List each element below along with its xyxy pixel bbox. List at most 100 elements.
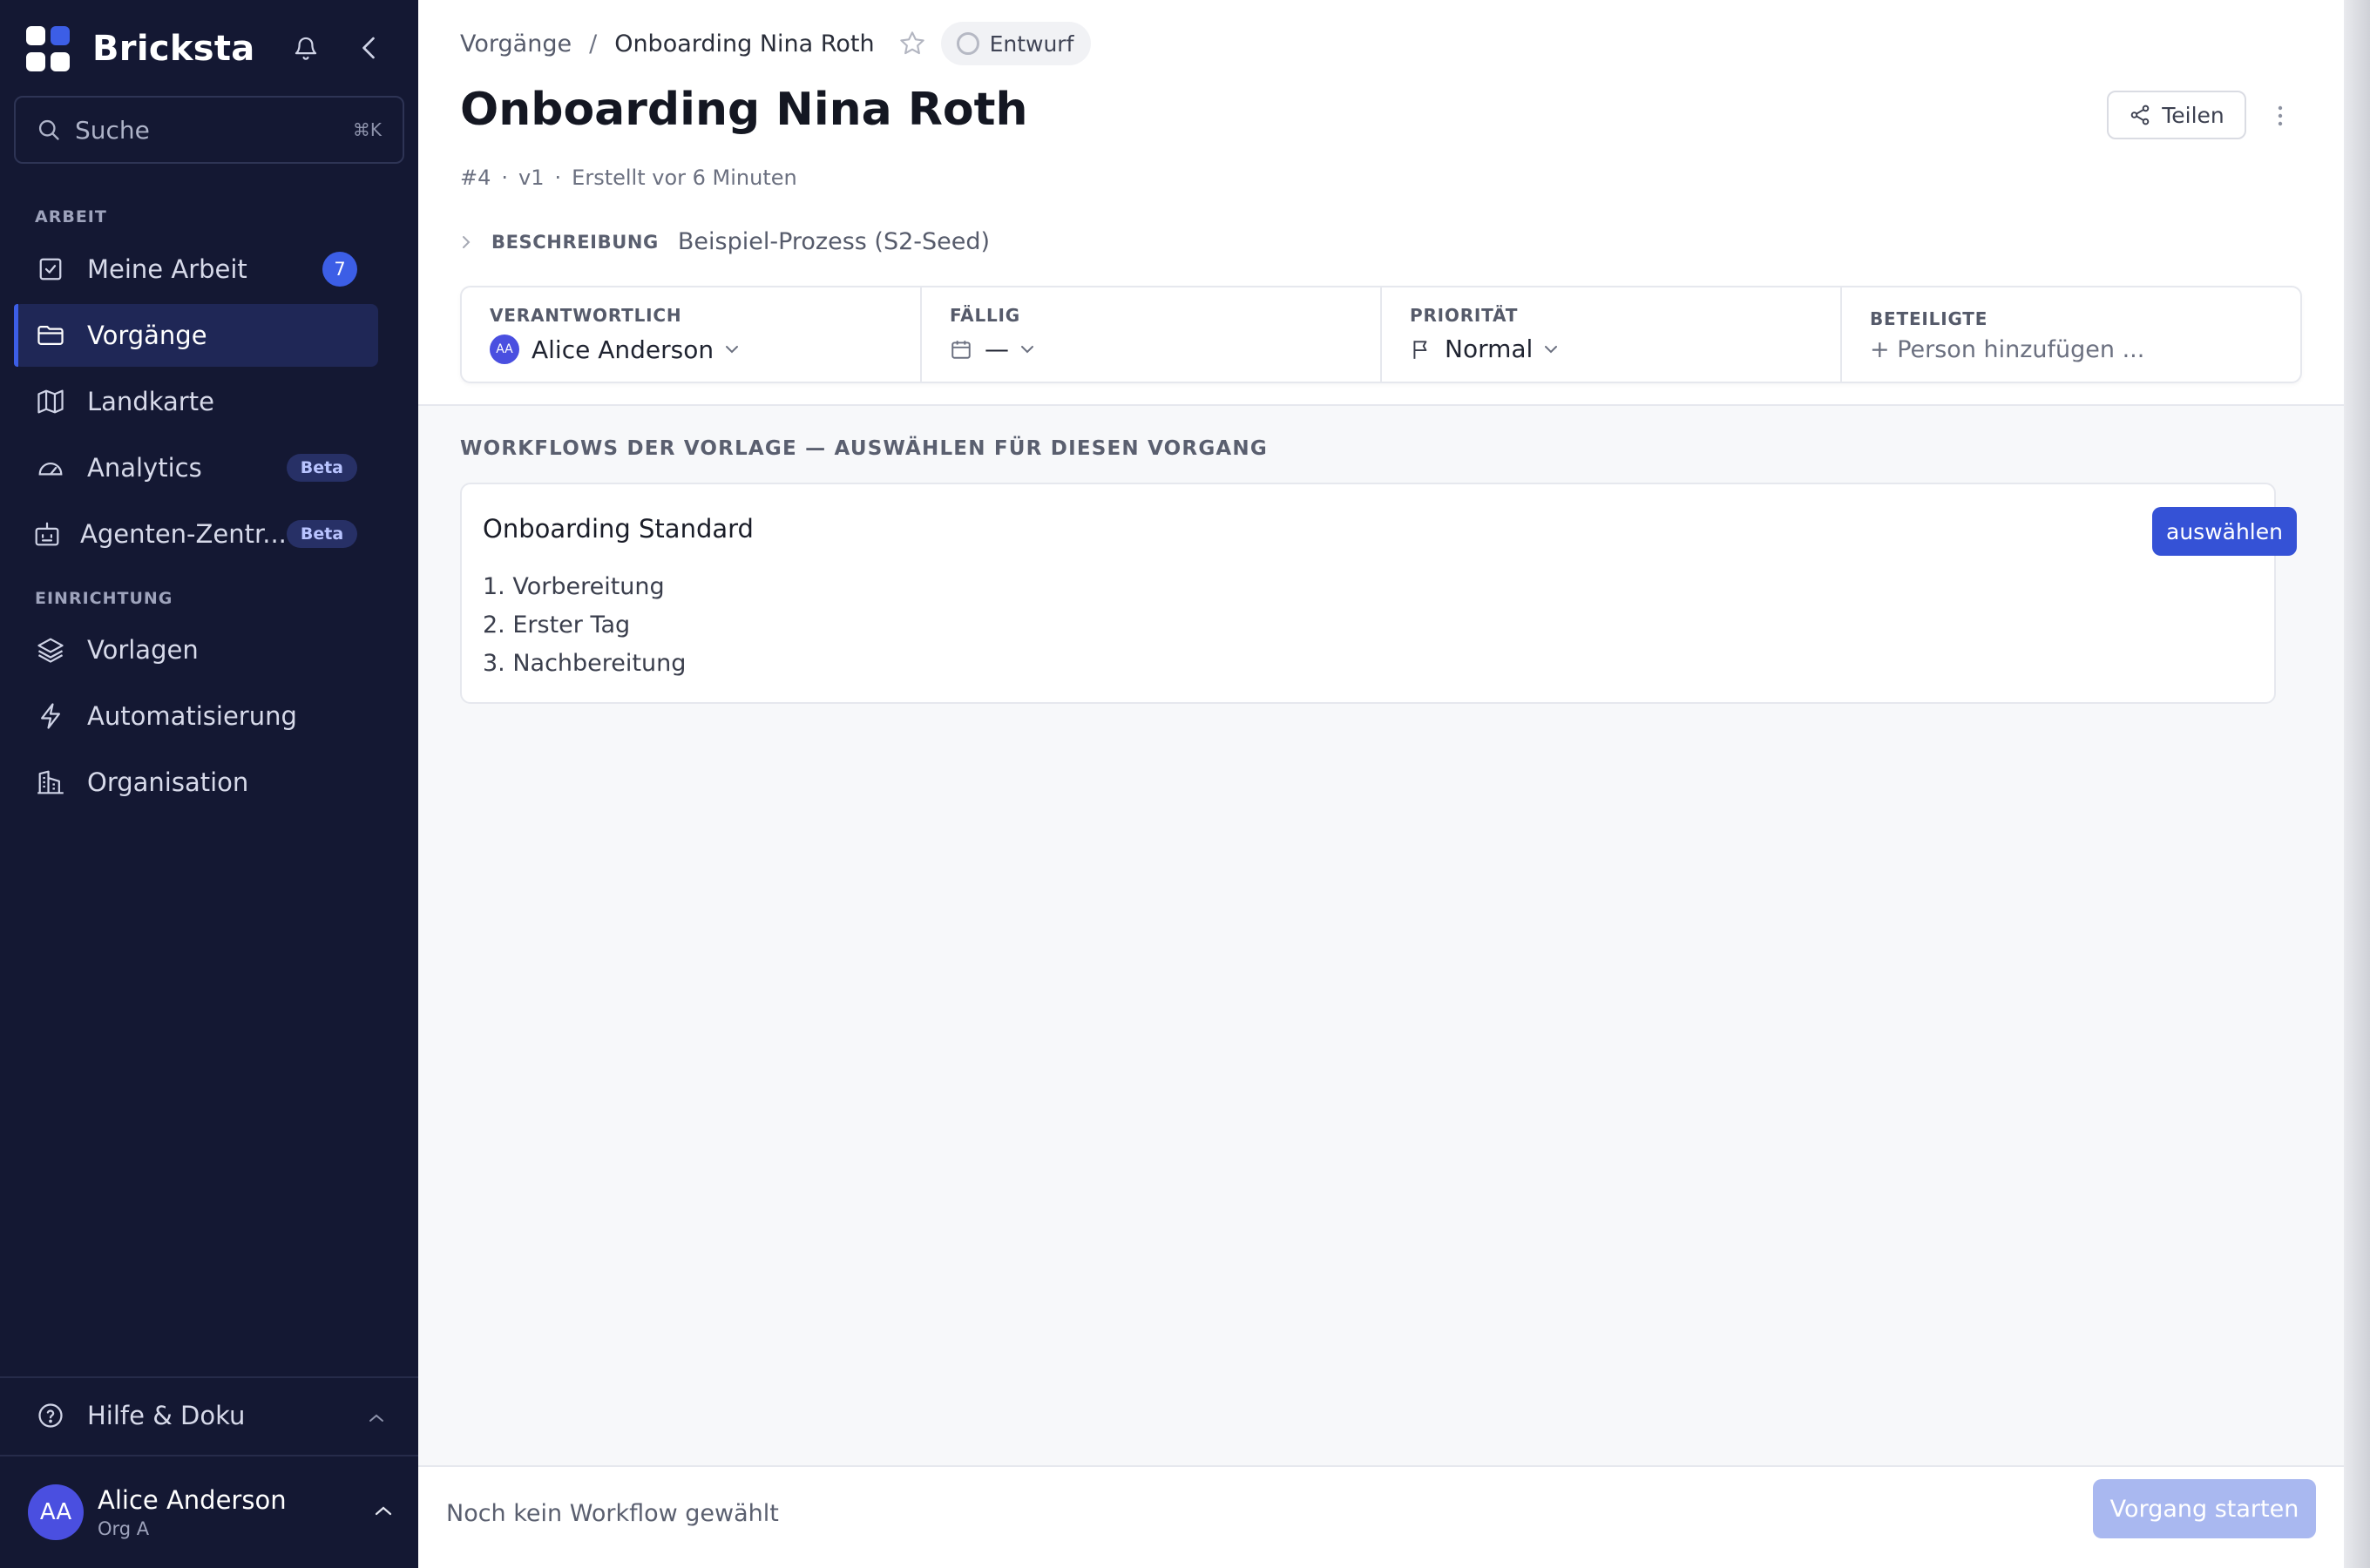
process-id: #4 (460, 166, 491, 190)
process-version: v1 (518, 166, 545, 190)
sidebar-item-meine-arbeit[interactable]: Meine Arbeit 7 (14, 238, 378, 301)
building-icon (33, 765, 68, 800)
calendar-icon (950, 338, 972, 361)
chevron-right-icon (460, 233, 481, 252)
share-button[interactable]: Teilen (2107, 91, 2246, 139)
sidebar-item-analytics[interactable]: Analytics Beta (14, 436, 378, 499)
beta-badge: Beta (286, 454, 357, 482)
process-meta: #4 · v1 · Erstellt vor 6 Minuten (460, 166, 797, 190)
user-menu[interactable]: AA Alice Anderson Org A (28, 1481, 394, 1544)
more-options-kebab-icon[interactable] (2267, 96, 2293, 136)
chevron-up-icon (368, 1401, 385, 1430)
chevron-down-icon (724, 344, 740, 355)
description-toggle[interactable]: BESCHREIBUNG Beispiel-Prozess (S2-Seed) (460, 228, 990, 255)
workflow-step: 2. Erster Tag (483, 612, 631, 639)
priority-property[interactable]: PRIORITÄT Normal (1382, 287, 1842, 382)
workflows-heading: WORKFLOWS DER VORLAGE — AUSWÄHLEN FÜR DI… (460, 437, 1268, 460)
checkbox-icon (33, 252, 68, 287)
priority-label: PRIORITÄT (1410, 305, 1519, 326)
breadcrumb-current: Onboarding Nina Roth (614, 30, 875, 57)
breadcrumb-link-vorgaenge[interactable]: Vorgänge (460, 30, 572, 57)
sidebar-item-label: Vorgänge (87, 321, 207, 350)
section-label-einrichtung: EINRICHTUNG (35, 589, 173, 608)
workflow-steps: 1. Vorbereitung 2. Erster Tag 3. Nachber… (483, 568, 686, 683)
sidebar-item-label: Analytics (87, 453, 202, 483)
avatar: AA (28, 1484, 84, 1540)
workflow-card: Onboarding Standard auswählen 1. Vorbere… (460, 483, 2297, 704)
status-label: Entwurf (989, 30, 1074, 57)
add-person-link[interactable]: + Person hinzufügen ... (1870, 336, 2144, 363)
window-edge (2344, 0, 2370, 1568)
notifications-bell-icon[interactable] (288, 30, 324, 66)
participants-property[interactable]: BETEILIGTE + Person hinzufügen ... (1842, 287, 2300, 382)
search-icon (38, 119, 59, 140)
sidebar-item-agenten-zentrale[interactable]: Agenten-Zentr... Beta (14, 503, 378, 565)
workflow-step: 1. Vorbereitung (483, 573, 665, 600)
sidebar: Bricksta Suche ⌘K ARBEIT Meine Arbeit 7 … (0, 0, 418, 1568)
participants-label: BETEILIGTE (1870, 308, 1988, 329)
sidebar-item-organisation[interactable]: Organisation (14, 751, 378, 814)
robot-icon (33, 517, 61, 551)
owner-label: VERANTWORTLICH (490, 305, 682, 326)
sidebar-item-label: Vorlagen (87, 635, 199, 665)
layers-icon (33, 632, 68, 667)
status-badge[interactable]: Entwurf (940, 22, 1092, 65)
search-input[interactable]: Suche ⌘K (14, 96, 404, 164)
sidebar-item-landkarte[interactable]: Landkarte (14, 370, 378, 433)
due-property[interactable]: FÄLLIG — (922, 287, 1382, 382)
workflow-name: Onboarding Standard (483, 514, 754, 544)
sidebar-item-automatisierung[interactable]: Automatisierung (14, 685, 378, 747)
sidebar-item-label: Meine Arbeit (87, 254, 247, 284)
share-icon (2129, 104, 2151, 126)
page-title: Onboarding Nina Roth (460, 84, 1028, 136)
priority-value: Normal (1445, 335, 1534, 363)
user-name: Alice Anderson (98, 1485, 287, 1515)
description-label: BESCHREIBUNG (491, 231, 659, 253)
meta-separator: · (501, 166, 509, 190)
properties-bar: VERANTWORTLICH AA Alice Anderson FÄLLIG … (460, 286, 2302, 383)
description-value: Beispiel-Prozess (S2-Seed) (677, 228, 991, 255)
help-docs-button[interactable]: Hilfe & Doku (14, 1385, 404, 1446)
map-icon (33, 384, 68, 419)
sidebar-item-label: Agenten-Zentr... (80, 519, 287, 549)
gauge-icon (33, 450, 68, 485)
favorite-star-icon[interactable] (896, 27, 929, 60)
user-org: Org A (98, 1518, 150, 1539)
sidebar-item-label: Landkarte (87, 387, 214, 416)
folder-icon (33, 318, 68, 353)
owner-property[interactable]: VERANTWORTLICH AA Alice Anderson (462, 287, 922, 382)
section-label-arbeit: ARBEIT (35, 207, 107, 226)
beta-badge: Beta (286, 520, 358, 548)
help-label: Hilfe & Doku (87, 1401, 246, 1430)
bricksta-logo-icon (26, 26, 70, 71)
flag-icon (1410, 338, 1432, 361)
due-label: FÄLLIG (950, 305, 1020, 326)
action-footer: Noch kein Workflow gewählt Vorgang start… (418, 1465, 2344, 1568)
help-circle-icon (33, 1398, 68, 1433)
sidebar-item-vorlagen[interactable]: Vorlagen (14, 618, 378, 681)
status-circle-icon (956, 32, 979, 55)
due-value: — (985, 335, 1009, 363)
app-name: Bricksta (92, 29, 255, 69)
sidebar-item-label: Automatisierung (87, 701, 297, 731)
meta-separator: · (554, 166, 562, 190)
start-process-button[interactable]: Vorgang starten (2093, 1479, 2316, 1538)
breadcrumb-separator: / (589, 30, 598, 57)
count-badge: 7 (322, 252, 357, 287)
sidebar-item-vorgaenge[interactable]: Vorgänge (14, 304, 378, 367)
breadcrumb: Vorgänge / Onboarding Nina Roth Entwurf (460, 22, 1092, 65)
chevron-up-icon (373, 1504, 394, 1521)
share-label: Teilen (2162, 102, 2224, 128)
lightning-icon (33, 699, 68, 733)
search-placeholder: Suche (75, 115, 150, 145)
owner-avatar: AA (490, 335, 519, 364)
brand[interactable]: Bricksta (26, 24, 255, 73)
sidebar-item-label: Organisation (87, 767, 249, 797)
collapse-sidebar-chevron-left-icon[interactable] (350, 30, 387, 66)
main-content: Vorgänge / Onboarding Nina Roth Entwurf … (418, 0, 2344, 1568)
select-workflow-button[interactable]: auswählen (2152, 507, 2297, 556)
created-time: Erstellt vor 6 Minuten (572, 166, 797, 190)
owner-value: Alice Anderson (532, 335, 714, 364)
workflow-step: 3. Nachbereitung (483, 650, 687, 677)
chevron-down-icon (1019, 344, 1035, 355)
